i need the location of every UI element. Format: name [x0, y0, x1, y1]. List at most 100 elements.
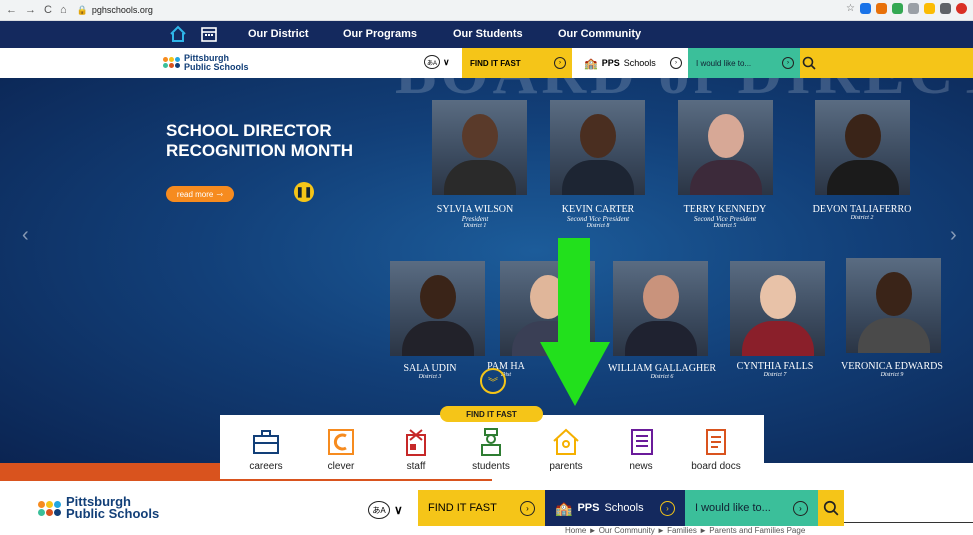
pps-logo[interactable]: Pittsburgh Public Schools: [38, 495, 160, 522]
director-photo: [550, 100, 645, 195]
nav-our-community[interactable]: Our Community: [558, 28, 641, 40]
fif-board-docs[interactable]: board docs: [681, 427, 751, 472]
chevron-right-icon: ›: [793, 500, 808, 516]
fif-careers[interactable]: careers: [231, 427, 301, 472]
i-would-like-to-dropdown[interactable]: I would like to... ›: [685, 490, 818, 526]
director-caption: SYLVIA WILSON President District 1: [405, 204, 545, 229]
briefcase-icon: [253, 430, 279, 454]
director-district: Dist: [500, 372, 511, 378]
director-caption: TERRY KENNEDY Second Vice President Dist…: [655, 204, 795, 229]
puzzle-icon[interactable]: [940, 3, 951, 14]
scroll-down-button[interactable]: ︾: [480, 368, 506, 394]
logo-line-2: Public Schools: [184, 61, 249, 72]
extension-icon[interactable]: [876, 3, 887, 14]
forward-arrow-icon[interactable]: →: [25, 4, 36, 16]
utility-bar: Pittsburgh Public Schools あA ∨ FIND IT F…: [0, 48, 973, 78]
home-icon[interactable]: ⌂: [60, 4, 67, 16]
profile-avatar[interactable]: [956, 3, 967, 14]
find-it-fast-tab[interactable]: FIND IT FAST: [440, 406, 543, 422]
search-button[interactable]: [818, 490, 844, 526]
find-it-fast-label: FIND IT FAST: [470, 58, 521, 68]
director-caption: VERONICA EDWARDS District 9: [822, 361, 962, 378]
extension-icon[interactable]: [892, 3, 903, 14]
search-icon: [823, 500, 839, 516]
pps-schools-dropdown[interactable]: 🏫 PPS Schools ›: [572, 48, 688, 78]
address-bar[interactable]: 🔒 pghschools.org: [77, 5, 153, 16]
nav-our-district[interactable]: Our District: [248, 28, 309, 40]
director-district: District 1: [463, 223, 487, 229]
clever-icon: [328, 429, 354, 455]
pause-button[interactable]: ❚❚: [294, 182, 314, 202]
extension-icon[interactable]: [924, 3, 935, 14]
director-caption: PAM HA Dist: [466, 361, 546, 378]
fif-students[interactable]: students: [456, 427, 526, 472]
director-title: President: [461, 215, 489, 223]
reload-icon[interactable]: C: [44, 4, 52, 16]
translate-icon: あA: [424, 55, 440, 69]
fif-news-label: news: [629, 461, 653, 472]
find-it-fast-toggle[interactable]: FIND IT FAST ›: [418, 490, 545, 526]
search-button[interactable]: [800, 48, 973, 78]
pps-schools-label: Schools: [604, 502, 644, 514]
director-name: KEVIN CARTER: [561, 204, 635, 215]
star-icon[interactable]: ☆: [846, 3, 855, 14]
pps-logo[interactable]: Pittsburgh Public Schools: [163, 54, 249, 71]
director-photo: [390, 261, 485, 356]
translate-icon: あA: [368, 501, 390, 519]
director-name: SYLVIA WILSON: [436, 204, 514, 215]
url-text: pghschools.org: [91, 5, 153, 15]
logo-line-2: Public Schools: [66, 506, 160, 522]
pps-schools-dropdown[interactable]: 🏫 PPS Schools ›: [545, 490, 685, 526]
director-name: CYNTHIA FALLS: [736, 361, 814, 372]
browser-toolbar: ← → C ⌂ 🔒 pghschools.org ☆: [0, 0, 973, 21]
chevron-down-icon: ︾: [488, 377, 498, 389]
home-icon[interactable]: [168, 24, 188, 44]
director-name: VERONICA EDWARDS: [841, 361, 943, 372]
find-it-fast-label: FIND IT FAST: [428, 502, 497, 514]
translate-dropdown[interactable]: あA ∨: [424, 55, 450, 69]
nav-our-students[interactable]: Our Students: [453, 28, 523, 40]
hero-headline: SCHOOL DIRECTOR RECOGNITION MONTH: [166, 121, 396, 161]
director-name: DEVON TALIAFERRO: [812, 204, 912, 215]
headline-line-1: SCHOOL DIRECTOR: [166, 121, 332, 140]
find-it-fast-toggle[interactable]: FIND IT FAST ›: [462, 48, 572, 78]
carousel-prev-icon[interactable]: ‹: [22, 224, 29, 247]
director-photo: [432, 100, 527, 195]
director-name: WILLIAM GALLAGHER: [607, 363, 717, 374]
read-more-button[interactable]: read more ⇾: [166, 186, 234, 202]
extension-icons: ☆: [846, 3, 967, 14]
newspaper-icon: [631, 429, 653, 455]
divider: [844, 522, 973, 523]
calendar-icon[interactable]: [199, 24, 219, 44]
logo-mark-icon: [38, 500, 61, 516]
extension-icon[interactable]: [860, 3, 871, 14]
back-arrow-icon[interactable]: ←: [6, 4, 17, 16]
nav-our-programs[interactable]: Our Programs: [343, 28, 417, 40]
fif-parents[interactable]: parents: [531, 427, 601, 472]
fif-news[interactable]: news: [606, 427, 676, 472]
carousel-next-icon[interactable]: ›: [950, 224, 957, 247]
fif-careers-label: careers: [249, 461, 283, 472]
parents-home-icon: [553, 428, 579, 455]
chevron-right-icon: ›: [520, 500, 535, 516]
director-district: District 9: [880, 372, 904, 378]
fif-students-label: students: [472, 461, 510, 472]
director-caption: DEVON TALIAFERRO District 2: [792, 204, 932, 221]
director-photo: [846, 258, 941, 353]
extension-icon[interactable]: [908, 3, 919, 14]
director-district: District 2: [850, 215, 874, 221]
chevron-right-icon: ›: [660, 500, 675, 516]
translate-dropdown[interactable]: あA ∨: [368, 501, 403, 519]
i-would-like-to-dropdown[interactable]: I would like to... ›: [688, 48, 800, 78]
read-more-label: read more: [176, 189, 214, 199]
fif-clever[interactable]: clever: [306, 427, 376, 472]
chevron-down-icon: ∨: [394, 503, 403, 517]
school-building-icon: 🏫: [584, 57, 598, 70]
chevron-right-icon: ›: [554, 57, 566, 69]
fif-clever-label: clever: [327, 461, 355, 472]
fif-parents-label: parents: [549, 461, 583, 472]
would-like-label: I would like to...: [696, 58, 752, 68]
school-building-icon: 🏫: [555, 499, 573, 516]
director-name: SALA UDIN: [403, 363, 457, 374]
fif-staff[interactable]: staff: [381, 427, 451, 472]
